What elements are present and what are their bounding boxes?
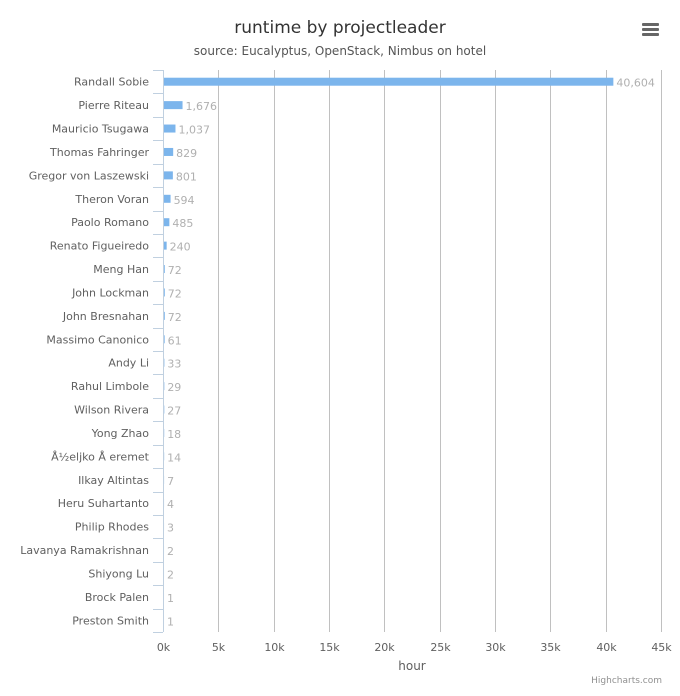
data-label: 2 <box>167 545 174 558</box>
data-label: 1,676 <box>186 100 218 113</box>
y-category-label: Philip Rhodes <box>75 521 149 534</box>
bar <box>164 241 167 250</box>
y-category-label: Lavanya Ramakrishnan <box>20 544 149 557</box>
bar <box>164 335 165 344</box>
labels: 0k 5k 10k 15k 20k 25k 30k 35k 40k 45k Randall Sobi… <box>20 76 672 654</box>
bar <box>164 124 176 133</box>
x-tick-label: 30k <box>485 641 506 654</box>
data-label: 72 <box>168 287 182 300</box>
data-label: 33 <box>167 358 181 371</box>
y-category-label: Meng Han <box>93 263 149 276</box>
chart-title: runtime by projectleader <box>234 18 445 38</box>
y-category-label: Randall Sobie <box>74 76 149 89</box>
data-label: 18 <box>167 428 181 441</box>
context-menu-button[interactable] <box>638 18 664 42</box>
x-axis-title: hour <box>398 659 426 673</box>
y-category-label: Brock Palen <box>85 591 149 604</box>
y-category-label: John Lockman <box>71 286 149 299</box>
data-label: 14 <box>167 451 181 464</box>
axes <box>153 70 164 633</box>
y-category-label: Renato Figueiredo <box>50 240 150 253</box>
x-tick-label: 10k <box>264 641 285 654</box>
credits-link[interactable]: Highcharts.com <box>591 676 662 686</box>
x-tick-label: 45k <box>651 641 672 654</box>
data-label: 72 <box>168 311 182 324</box>
data-label: 40,604 <box>616 77 655 90</box>
bar <box>164 194 171 203</box>
bar-series <box>164 77 614 625</box>
data-label: 594 <box>174 194 195 207</box>
y-category-label: Yong Zhao <box>91 427 150 440</box>
data-label: 27 <box>167 405 181 418</box>
grid-lines <box>218 70 662 632</box>
y-category-label: Theron Voran <box>74 193 149 206</box>
bar <box>164 265 165 274</box>
chart: 0k 5k 10k 15k 20k 25k 30k 35k 40k 45k Randall Sobi… <box>20 18 672 686</box>
x-tick-label: 20k <box>374 641 395 654</box>
data-label: 29 <box>167 381 181 394</box>
data-label: 485 <box>172 217 193 230</box>
data-label: 4 <box>167 498 174 511</box>
data-label: 7 <box>167 475 174 488</box>
y-category-label: Heru Suhartanto <box>58 497 150 510</box>
y-category-label: Pierre Riteau <box>78 99 149 112</box>
y-category-label: Rahul Limbole <box>71 380 149 393</box>
data-label: 240 <box>170 241 191 254</box>
x-tick-label: 25k <box>430 641 451 654</box>
data-label: 1,037 <box>178 124 210 137</box>
y-category-label: Gregor von Laszewski <box>29 169 149 182</box>
y-category-label: Andy Li <box>108 357 149 370</box>
data-label: 72 <box>168 264 182 277</box>
x-tick-label: 35k <box>540 641 561 654</box>
y-category-label: Massimo Canonico <box>46 333 149 346</box>
data-label: 1 <box>167 615 174 628</box>
bar <box>164 77 614 86</box>
bar <box>164 171 173 180</box>
bar <box>164 147 174 156</box>
data-label: 801 <box>176 170 197 183</box>
y-category-label: Preston Smith <box>72 614 149 627</box>
y-category-label: John Bresnahan <box>62 310 149 323</box>
y-category-label: Shiyong Lu <box>88 567 149 580</box>
bar <box>164 218 170 227</box>
y-category-label: Wilson Rivera <box>74 404 149 417</box>
x-tick-label: 40k <box>596 641 617 654</box>
y-category-label: Ilkay Altintas <box>78 474 149 487</box>
data-label: 829 <box>176 147 197 160</box>
data-label: 2 <box>167 568 174 581</box>
x-tick-label: 0k <box>157 641 171 654</box>
chart-subtitle: source: Eucalyptus, OpenStack, Nimbus on… <box>194 44 486 58</box>
x-tick-label: 15k <box>319 641 340 654</box>
data-label: 61 <box>168 334 182 347</box>
bar <box>164 288 165 297</box>
y-category-label: Paolo Romano <box>71 216 149 229</box>
data-label: 1 <box>167 592 174 605</box>
bar <box>164 101 183 110</box>
y-category-label: Thomas Fahringer <box>49 146 149 159</box>
data-label: 3 <box>167 522 174 535</box>
y-category-label: Å½eljko Å eremet <box>51 450 150 463</box>
bar <box>164 311 165 320</box>
x-tick-label: 5k <box>212 641 226 654</box>
y-category-label: Mauricio Tsugawa <box>52 123 149 136</box>
